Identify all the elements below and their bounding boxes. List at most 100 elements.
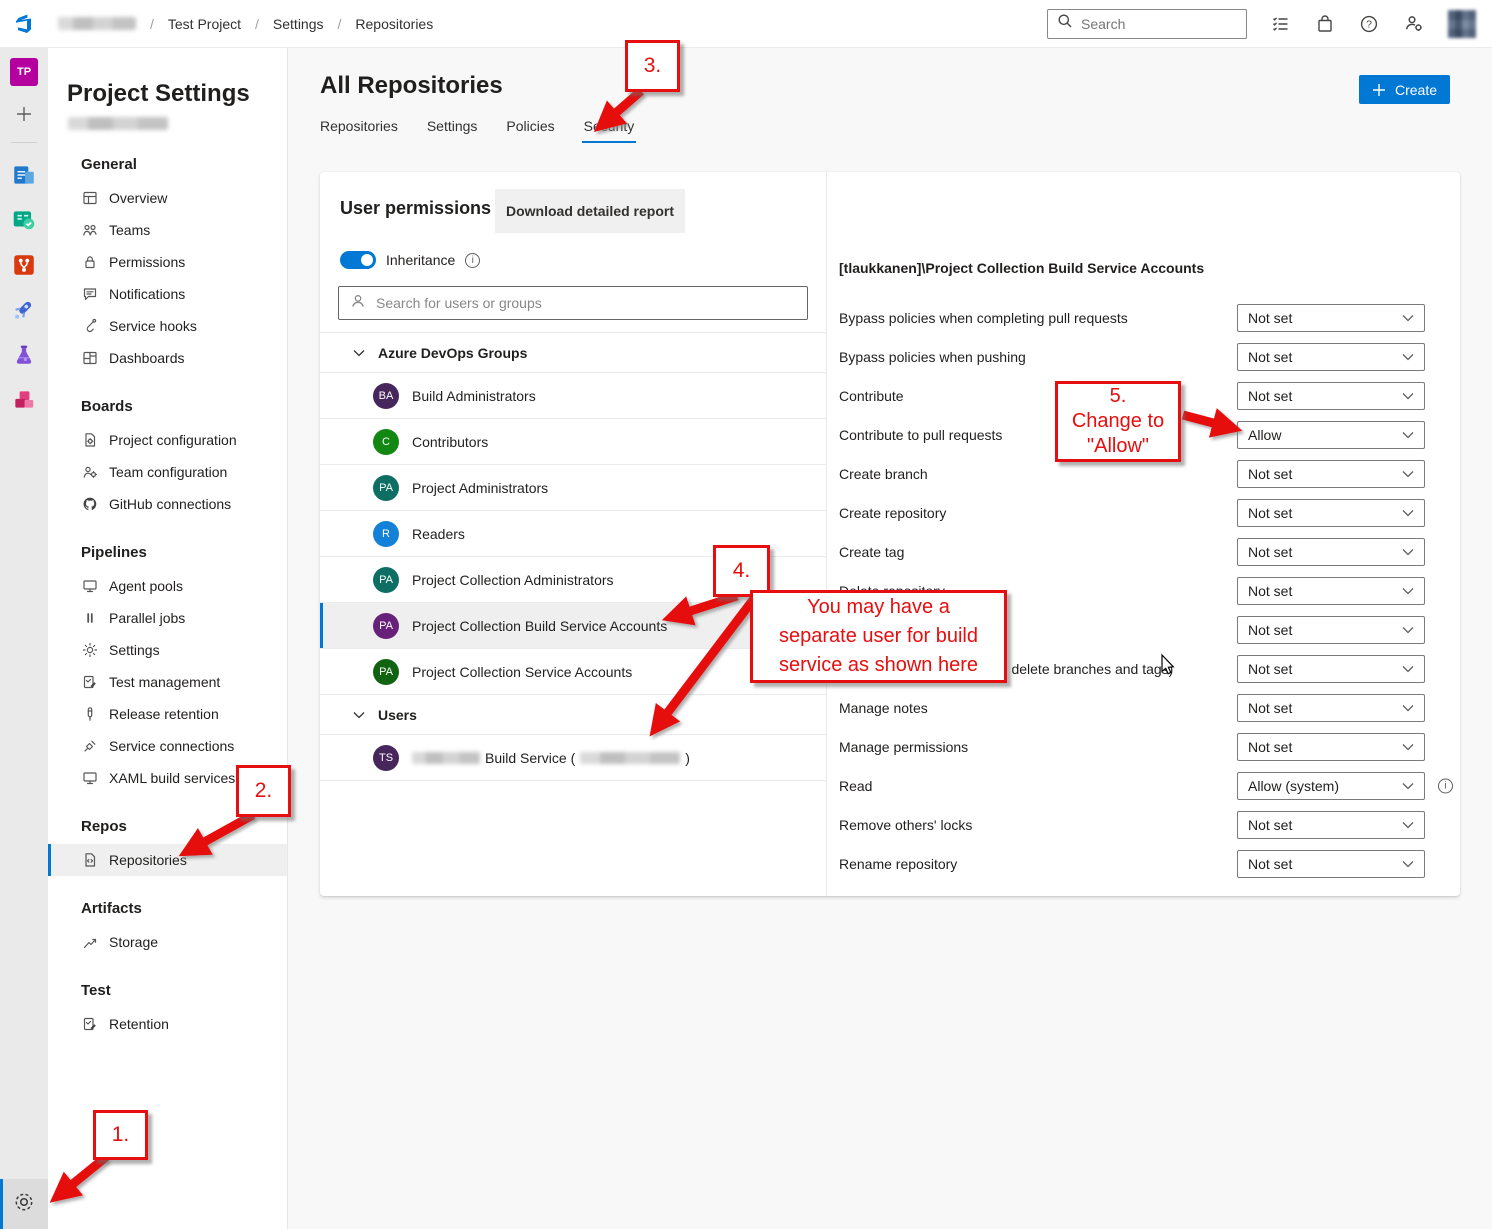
identity-permissions-header: [tlaukkanen]\Project Collection Build Se… (827, 172, 1460, 276)
permission-row-create-tag: Create tagNot set (827, 532, 1460, 571)
sidebar-item-permissions[interactable]: Permissions (48, 246, 287, 278)
boards-hub-icon[interactable] (11, 207, 37, 233)
inheritance-info-icon[interactable]: i (465, 253, 480, 268)
identity-search-box[interactable] (338, 286, 808, 320)
user-settings-icon[interactable] (1403, 13, 1424, 34)
sidebar-item-dashboards[interactable]: Dashboards (48, 342, 287, 374)
tab-security[interactable]: Security (584, 118, 635, 143)
tab-repositories[interactable]: Repositories (320, 118, 398, 143)
identity-search-input[interactable] (376, 295, 796, 311)
permission-dropdown-contribute[interactable]: Not set (1237, 382, 1425, 410)
sidebar-item-storage[interactable]: Storage (48, 926, 287, 958)
identities-pane: User permissions Download detailed repor… (320, 172, 826, 896)
permission-dropdown-rename-repository[interactable]: Not set (1237, 850, 1425, 878)
permission-label: Create repository (839, 505, 946, 521)
pipelines-hub-icon[interactable] (11, 297, 37, 323)
permission-dropdown-manage-permissions[interactable]: Not set (1237, 733, 1425, 761)
permission-dropdown-bypass-policies-when-completing-pull-requests[interactable]: Not set (1237, 304, 1425, 332)
sidebar-item-agent-pools[interactable]: Agent pools (48, 570, 287, 602)
dropdown-value: Allow (1248, 427, 1281, 443)
add-project-icon[interactable] (15, 105, 33, 123)
rail-divider (11, 142, 37, 143)
user-row-build-service[interactable]: TSBuild Service () (320, 735, 826, 781)
chevron-down-icon[interactable] (353, 711, 365, 719)
permission-label: Remove others' locks (839, 817, 972, 833)
sidebar-item-notifications[interactable]: Notifications (48, 278, 287, 310)
users-section-header[interactable]: Users (320, 695, 826, 735)
group-row-contributors[interactable]: CContributors (320, 419, 826, 465)
sidebar-item-team-configuration[interactable]: Team configuration (48, 456, 287, 488)
sidebar-item-release-retention[interactable]: Release retention (48, 698, 287, 730)
sidebar-item-service-connections[interactable]: Service connections (48, 730, 287, 762)
permission-label: Contribute (839, 388, 904, 404)
permission-dropdown-edit-policies[interactable]: Not set (1237, 616, 1425, 644)
annotation-note: You may have a separate user for build s… (750, 590, 1007, 683)
plus-icon (1372, 83, 1386, 97)
tab-settings[interactable]: Settings (427, 118, 478, 143)
overview-hub-icon[interactable] (11, 162, 37, 188)
read-info-icon[interactable]: i (1438, 778, 1453, 793)
marketplace-bag-icon[interactable] (1315, 14, 1335, 34)
permission-dropdown-create-repository[interactable]: Not set (1237, 499, 1425, 527)
permission-dropdown-delete-repository[interactable]: Not set (1237, 577, 1425, 605)
download-report-button[interactable]: Download detailed report (495, 189, 685, 233)
sidebar-item-overview[interactable]: Overview (48, 182, 287, 214)
chevron-down-icon (1402, 548, 1414, 556)
sidebar-item-label: Permissions (109, 254, 185, 270)
sidebar-title: Project Settings (67, 80, 287, 108)
group-label: Project Collection Service Accounts (412, 664, 632, 680)
service-connections-icon (82, 738, 98, 754)
permission-dropdown-contribute-to-pull-requests[interactable]: Allow (1237, 421, 1425, 449)
sidebar-item-service-hooks[interactable]: Service hooks (48, 310, 287, 342)
sidebar-item-retention[interactable]: Retention (48, 1008, 287, 1040)
permission-dropdown-force-push-rewrite-history-delete-branches-and-tags[interactable]: Not set (1237, 655, 1425, 683)
breadcrumb-org-blurred[interactable] (58, 17, 136, 30)
inheritance-toggle[interactable] (340, 251, 376, 269)
inheritance-label: Inheritance (386, 252, 455, 268)
project-settings-gear[interactable] (0, 1179, 48, 1229)
settings-sidebar: Project Settings GeneralOverviewTeamsPer… (48, 48, 288, 1229)
teams-icon (82, 222, 98, 238)
permission-dropdown-bypass-policies-when-pushing[interactable]: Not set (1237, 343, 1425, 371)
chevron-down-icon (1402, 782, 1414, 790)
parallel-jobs-icon (82, 610, 98, 626)
person-icon (350, 293, 366, 314)
artifacts-hub-icon[interactable] (11, 387, 37, 413)
sidebar-item-test-management[interactable]: Test management (48, 666, 287, 698)
chevron-down-icon[interactable] (353, 349, 365, 357)
group-row-build-administrators[interactable]: BABuild Administrators (320, 373, 826, 419)
breadcrumb-project[interactable]: Test Project (168, 16, 241, 32)
sidebar-item-label: Notifications (109, 286, 185, 302)
help-icon[interactable]: ? (1359, 14, 1379, 34)
permission-dropdown-create-branch[interactable]: Not set (1237, 460, 1425, 488)
permission-dropdown-manage-notes[interactable]: Not set (1237, 694, 1425, 722)
group-avatar: PA (373, 659, 399, 685)
project-avatar[interactable]: TP (10, 58, 38, 86)
global-search-box[interactable] (1047, 9, 1247, 39)
create-button[interactable]: Create (1359, 75, 1450, 104)
permission-dropdown-remove-others-locks[interactable]: Not set (1237, 811, 1425, 839)
repos-hub-icon[interactable] (11, 252, 37, 278)
sidebar-item-teams[interactable]: Teams (48, 214, 287, 246)
group-avatar: PA (373, 567, 399, 593)
global-search-input[interactable] (1081, 16, 1237, 32)
tab-policies[interactable]: Policies (506, 118, 554, 143)
group-row-project-administrators[interactable]: PAProject Administrators (320, 465, 826, 511)
breadcrumb-repositories[interactable]: Repositories (355, 16, 433, 32)
top-bar: / Test Project / Settings / Repositories… (0, 0, 1492, 48)
sidebar-item-project-configuration[interactable]: Project configuration (48, 424, 287, 456)
sidebar-item-settings[interactable]: Settings (48, 634, 287, 666)
test-plans-hub-icon[interactable] (11, 342, 37, 368)
permission-dropdown-create-tag[interactable]: Not set (1237, 538, 1425, 566)
dropdown-value: Not set (1248, 739, 1292, 755)
permission-label: Manage notes (839, 700, 928, 716)
avatar[interactable] (1448, 10, 1476, 38)
sidebar-item-repositories[interactable]: Repositories (48, 844, 287, 876)
sidebar-item-parallel-jobs[interactable]: Parallel jobs (48, 602, 287, 634)
azure-devops-logo-icon[interactable] (14, 12, 38, 36)
groups-section-header[interactable]: Azure DevOps Groups (320, 333, 826, 373)
breadcrumb-settings[interactable]: Settings (273, 16, 324, 32)
task-list-icon[interactable] (1271, 14, 1291, 34)
permission-dropdown-read[interactable]: Allow (system) (1237, 772, 1425, 800)
sidebar-item-github-connections[interactable]: GitHub connections (48, 488, 287, 520)
